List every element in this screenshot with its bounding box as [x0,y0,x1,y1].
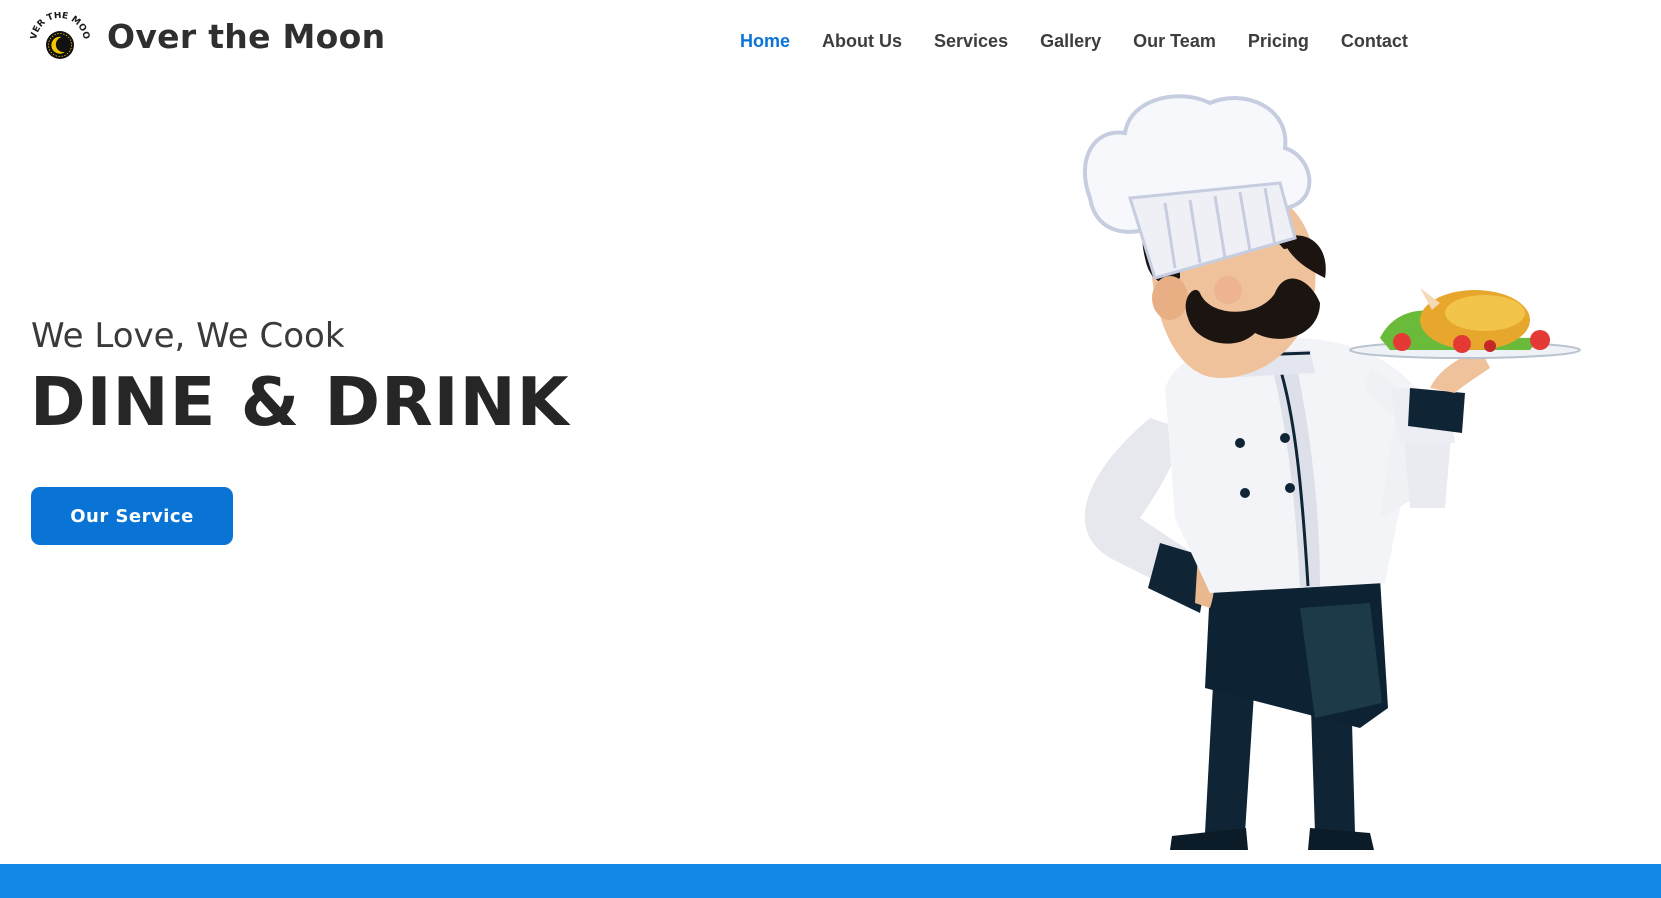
nav-about-us[interactable]: About Us [822,29,902,53]
chef-illustration [1083,94,1581,850]
nav-home[interactable]: Home [740,29,790,53]
moon-logo-icon: OVER THE MOON [30,12,90,59]
main-nav: Home About Us Services Gallery Our Team … [740,29,1440,53]
bottom-bar [0,864,1661,898]
nav-gallery[interactable]: Gallery [1040,29,1101,53]
nav-contact[interactable]: Contact [1341,29,1408,53]
nav-pricing[interactable]: Pricing [1248,29,1309,53]
nav-our-team[interactable]: Our Team [1133,29,1216,53]
brand-name: Over the Moon [107,16,386,56]
nav-services[interactable]: Services [934,29,1008,53]
hero-title: DINE & DRINK [30,363,570,441]
our-service-button[interactable]: Our Service [31,487,233,545]
brand[interactable]: OVER THE MOON Over the Moon [30,12,385,60]
site-header: OVER THE MOON Over the Moon Home About U… [0,0,1661,80]
hero-subtitle: We Love, We Cook [31,316,345,356]
